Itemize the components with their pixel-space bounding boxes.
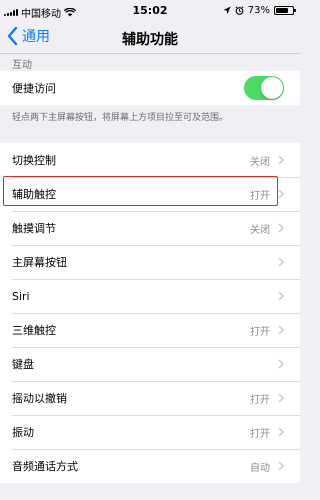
list-item-label: 音频通话方式: [12, 460, 78, 473]
chevron-right-icon: [278, 461, 284, 471]
chevron-right-icon: [278, 223, 284, 233]
list-item-value: 打开: [250, 190, 270, 202]
list-item-value: 打开: [250, 428, 270, 440]
list-item-label: 切换控制: [12, 154, 56, 167]
list-item[interactable]: 摇动以撤销 打开: [0, 381, 300, 415]
toggle-knob: [261, 77, 283, 99]
list-item-label: 摇动以撤销: [12, 392, 67, 405]
shortcut-row[interactable]: 便捷访问: [0, 71, 300, 105]
list-item[interactable]: 切换控制 关闭: [0, 143, 300, 177]
list-item-label: 键盘: [12, 358, 34, 371]
battery-percent: 73%: [247, 5, 270, 16]
location-icon: [223, 6, 231, 15]
chevron-right-icon: [278, 257, 284, 267]
status-right: 73%: [223, 5, 296, 16]
list-item-label: 触摸调节: [12, 222, 56, 235]
chevron-right-icon: [278, 427, 284, 437]
status-bar: 中国移动 15:02 73%: [0, 0, 300, 22]
list-item[interactable]: 振动 打开: [0, 415, 300, 449]
navigation-bar: 通用 辅助功能: [0, 22, 300, 54]
list-item[interactable]: 主屏幕按钮: [0, 245, 300, 279]
alarm-icon: [235, 6, 244, 15]
battery-icon: [274, 6, 296, 15]
list-item-label: 主屏幕按钮: [12, 256, 67, 269]
shortcut-note: 轻点两下主屏幕按钮，将屏幕上方项目拉至可及范围。: [12, 113, 229, 123]
chevron-right-icon: [278, 155, 284, 165]
chevron-right-icon: [278, 393, 284, 403]
list-item-label: 振动: [12, 426, 34, 439]
page-title: 辅助功能: [122, 32, 178, 48]
list-item[interactable]: 键盘: [0, 347, 300, 381]
chevron-right-icon: [278, 325, 284, 335]
list-item[interactable]: 三维触控 打开: [0, 313, 300, 347]
list-item[interactable]: 辅助触控 打开: [0, 177, 300, 211]
list-item[interactable]: Siri: [0, 279, 300, 313]
list-item-label: Siri: [12, 289, 30, 303]
list-item-value: 关闭: [250, 156, 270, 168]
list-item[interactable]: 音频通话方式 自动: [0, 449, 300, 483]
list-item[interactable]: 触摸调节 关闭: [0, 211, 300, 245]
list-item-value: 关闭: [250, 224, 270, 236]
list-item-value: 打开: [250, 394, 270, 406]
section-header: 互动: [12, 60, 32, 71]
list-item-value: 自动: [250, 462, 270, 474]
settings-list: 切换控制 关闭 辅助触控 打开 触摸调节 关闭 主屏幕按钮 Siri 三维触控 打开 键盘 摇动以撤销…: [0, 143, 300, 483]
shortcut-group: 便捷访问: [0, 71, 300, 105]
list-item-label: 辅助触控: [12, 188, 56, 201]
chevron-right-icon: [278, 189, 284, 199]
list-item-label: 三维触控: [12, 324, 56, 337]
list-item-value: 打开: [250, 326, 270, 338]
chevron-right-icon: [278, 359, 284, 369]
chevron-right-icon: [278, 291, 284, 301]
shortcut-toggle[interactable]: [244, 76, 284, 100]
